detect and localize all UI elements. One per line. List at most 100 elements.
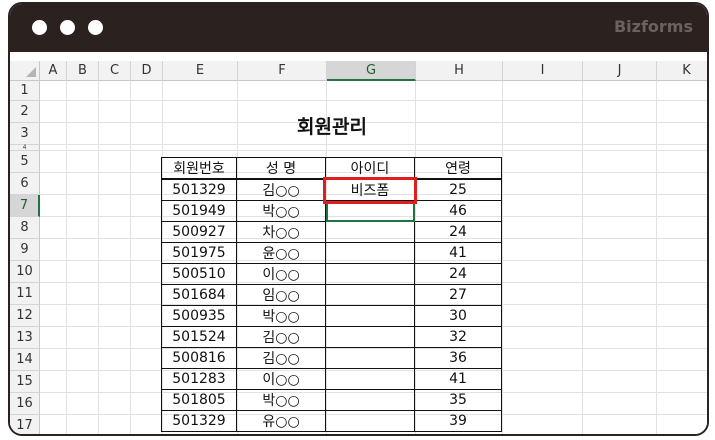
grid-line xyxy=(582,81,583,434)
table-header-row: 회원번호 성 명 아이디 연령 xyxy=(161,157,502,180)
table-cell[interactable]: 500927 xyxy=(161,221,237,243)
table-cell[interactable]: 501975 xyxy=(161,242,237,264)
table-cell[interactable]: 501805 xyxy=(161,389,237,411)
brand-logo: Bizforms xyxy=(613,17,693,36)
grid-line xyxy=(656,81,657,434)
column-header-e[interactable]: E xyxy=(163,61,238,81)
table-cell[interactable] xyxy=(325,326,415,348)
spreadsheet[interactable]: ABCDEFGHIJK 1 2 3 4 5 6 7 8 9 10 11 12 13 14 15 16 17 회원… xyxy=(10,52,707,434)
column-header-k[interactable]: K xyxy=(657,61,707,81)
table-row: 501283 이○○ 41 xyxy=(161,368,502,390)
column-header-c[interactable]: C xyxy=(99,61,131,81)
title-bar: Bizforms xyxy=(10,4,707,52)
column-header-j[interactable]: J xyxy=(583,61,657,81)
table-cell[interactable]: 이○○ xyxy=(236,263,326,285)
table-row: 500935 박○○ 30 xyxy=(161,305,502,327)
table-cell[interactable]: 박○○ xyxy=(236,305,326,327)
table-cell[interactable]: 500935 xyxy=(161,305,237,327)
table-cell[interactable]: 500510 xyxy=(161,263,237,285)
table-row: 500510 이○○ 24 xyxy=(161,263,502,285)
column-header-d[interactable]: D xyxy=(131,61,163,81)
window-control-dot-3[interactable] xyxy=(88,20,103,35)
table-cell[interactable] xyxy=(325,263,415,285)
select-all-corner[interactable] xyxy=(10,61,40,81)
table-cell[interactable]: 46 xyxy=(414,200,502,222)
window-control-dot-2[interactable] xyxy=(60,20,75,35)
column-header-g[interactable]: G xyxy=(327,61,416,81)
column-header-f[interactable]: F xyxy=(238,61,327,81)
grid-line xyxy=(40,144,707,145)
table-cell[interactable]: 41 xyxy=(414,368,502,390)
table-cell[interactable]: 501684 xyxy=(161,284,237,306)
row-header-16[interactable]: 16 xyxy=(10,393,40,415)
table-cell[interactable] xyxy=(325,410,415,432)
row-header-12[interactable]: 12 xyxy=(10,305,40,327)
column-heading[interactable]: 아이디 xyxy=(325,157,415,180)
table-cell[interactable] xyxy=(325,389,415,411)
table-cell[interactable]: 김○○ xyxy=(236,347,326,369)
row-header-7[interactable]: 7 xyxy=(10,195,40,217)
table-row: 501684 임○○ 27 xyxy=(161,284,502,306)
table-cell[interactable] xyxy=(325,221,415,243)
table-row: 500816 김○○ 36 xyxy=(161,347,502,369)
grid-line xyxy=(40,150,707,151)
row-header-1[interactable]: 1 xyxy=(10,81,40,101)
row-header-13[interactable]: 13 xyxy=(10,327,40,349)
table-cell[interactable]: 차○○ xyxy=(236,221,326,243)
table-cell[interactable]: 500816 xyxy=(161,347,237,369)
table-cell[interactable]: 36 xyxy=(414,347,502,369)
table-cell[interactable]: 41 xyxy=(414,242,502,264)
table-cell[interactable]: 501329 xyxy=(161,410,237,432)
column-heading[interactable]: 연령 xyxy=(414,157,502,180)
column-header-h[interactable]: H xyxy=(416,61,503,81)
table-cell[interactable]: 27 xyxy=(414,284,502,306)
table-cell[interactable]: 김○○ xyxy=(236,178,326,201)
row-header-5[interactable]: 5 xyxy=(10,151,40,173)
table-row: 501805 박○○ 35 xyxy=(161,389,502,411)
app-window: Bizforms ABCDEFGHIJK 1 2 3 4 5 6 7 8 9 10 11 12 13 14… xyxy=(8,2,709,436)
row-header-6[interactable]: 6 xyxy=(10,173,40,195)
table-cell[interactable]: 35 xyxy=(414,389,502,411)
grid-line xyxy=(98,81,99,434)
row-header-8[interactable]: 8 xyxy=(10,217,40,239)
table-cell[interactable]: 박○○ xyxy=(236,200,326,222)
table-cell[interactable]: 24 xyxy=(414,263,502,285)
table-row: 501975 윤○○ 41 xyxy=(161,242,502,264)
table-row: 500927 차○○ 24 xyxy=(161,221,502,243)
table-cell[interactable]: 유○○ xyxy=(236,410,326,432)
table-cell[interactable]: 임○○ xyxy=(236,284,326,306)
column-heading[interactable]: 회원번호 xyxy=(161,157,237,180)
grid-line xyxy=(40,100,707,101)
column-header-a[interactable]: A xyxy=(40,61,67,81)
table-cell[interactable]: 39 xyxy=(414,410,502,432)
row-header-15[interactable]: 15 xyxy=(10,371,40,393)
table-cell[interactable]: 501524 xyxy=(161,326,237,348)
row-header-17[interactable]: 17 xyxy=(10,415,40,434)
table-cell[interactable] xyxy=(325,305,415,327)
row-header-11[interactable]: 11 xyxy=(10,283,40,305)
table-cell[interactable]: 박○○ xyxy=(236,389,326,411)
table-cell[interactable]: 윤○○ xyxy=(236,242,326,264)
column-header-b[interactable]: B xyxy=(67,61,99,81)
table-cell[interactable]: 30 xyxy=(414,305,502,327)
table-cell[interactable]: 24 xyxy=(414,221,502,243)
row-header-9[interactable]: 9 xyxy=(10,239,40,261)
column-heading[interactable]: 성 명 xyxy=(236,157,326,180)
row-header-2[interactable]: 2 xyxy=(10,101,40,123)
table-cell[interactable]: 25 xyxy=(414,178,502,201)
table-cell[interactable]: 김○○ xyxy=(236,326,326,348)
column-header-i[interactable]: I xyxy=(503,61,583,81)
row-header-3[interactable]: 3 xyxy=(10,123,40,145)
window-control-dot-1[interactable] xyxy=(32,20,47,35)
table-cell[interactable] xyxy=(325,347,415,369)
table-cell[interactable]: 501283 xyxy=(161,368,237,390)
table-cell[interactable] xyxy=(325,242,415,264)
table-cell[interactable] xyxy=(325,368,415,390)
table-cell[interactable]: 501329 xyxy=(161,178,237,201)
table-cell[interactable]: 501949 xyxy=(161,200,237,222)
row-header-10[interactable]: 10 xyxy=(10,261,40,283)
row-header-14[interactable]: 14 xyxy=(10,349,40,371)
table-cell[interactable] xyxy=(325,284,415,306)
table-cell[interactable]: 이○○ xyxy=(236,368,326,390)
table-cell[interactable]: 32 xyxy=(414,326,502,348)
